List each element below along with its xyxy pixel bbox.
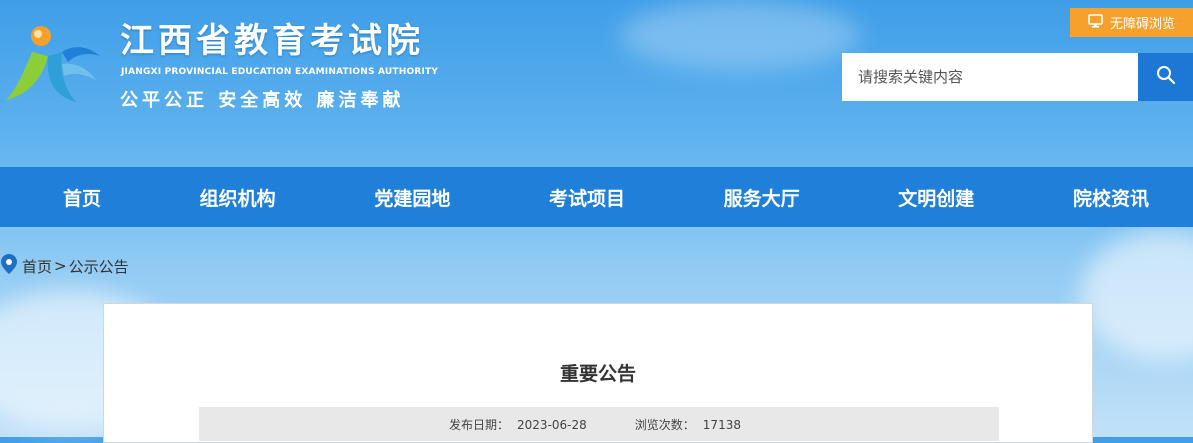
location-pin-icon (0, 253, 20, 279)
nav-item-college-news[interactable]: 院校资讯 (1073, 184, 1149, 211)
site-header: 江西省教育考试院 JIANGXI PROVINCIAL EDUCATION EX… (0, 0, 1193, 167)
breadcrumb-home-link[interactable]: 首页 (22, 256, 52, 277)
article-meta: 发布日期： 2023-06-28 浏览次数： 17138 (199, 407, 999, 441)
breadcrumb-separator: > (54, 257, 67, 275)
nav-item-party-building[interactable]: 党建园地 (374, 184, 450, 211)
nav-item-organization[interactable]: 组织机构 (200, 184, 276, 211)
monitor-icon (1088, 13, 1103, 32)
main-nav: 首页 组织机构 党建园地 考试项目 服务大厅 文明创建 院校资讯 (0, 167, 1193, 227)
nav-item-service-hall[interactable]: 服务大厅 (724, 184, 800, 211)
publish-date: 发布日期： 2023-06-28 (449, 416, 595, 433)
view-count: 浏览次数： 17138 (635, 416, 749, 433)
accessibility-button[interactable]: 无障碍浏览 (1070, 8, 1193, 37)
logo-icon[interactable] (4, 22, 104, 112)
breadcrumb: 首页 > 公示公告 (0, 253, 129, 279)
publish-date-label: 发布日期： (449, 417, 510, 432)
nav-item-home[interactable]: 首页 (63, 184, 101, 211)
publish-date-value: 2023-06-28 (517, 417, 587, 432)
view-count-value: 17138 (702, 417, 741, 432)
site-title: 江西省教育考试院 (120, 21, 424, 61)
search-input[interactable] (842, 53, 1138, 101)
site-slogan: 公平公正 安全高效 廉洁奉献 (120, 90, 405, 111)
site-title-en: JIANGXI PROVINCIAL EDUCATION EXAMINATION… (121, 67, 439, 77)
search-icon (1156, 65, 1176, 89)
article-panel: 重要公告 发布日期： 2023-06-28 浏览次数： 17138 (103, 303, 1093, 443)
accessibility-label: 无障碍浏览 (1109, 17, 1175, 32)
search-button[interactable] (1138, 53, 1193, 101)
breadcrumb-current-link[interactable]: 公示公告 (69, 256, 129, 277)
view-count-label: 浏览次数： (634, 417, 695, 432)
article-title: 重要公告 (559, 363, 636, 385)
background-cloud (1080, 230, 1193, 360)
nav-item-exam-projects[interactable]: 考试项目 (549, 184, 625, 211)
nav-item-civilization[interactable]: 文明创建 (898, 184, 974, 211)
